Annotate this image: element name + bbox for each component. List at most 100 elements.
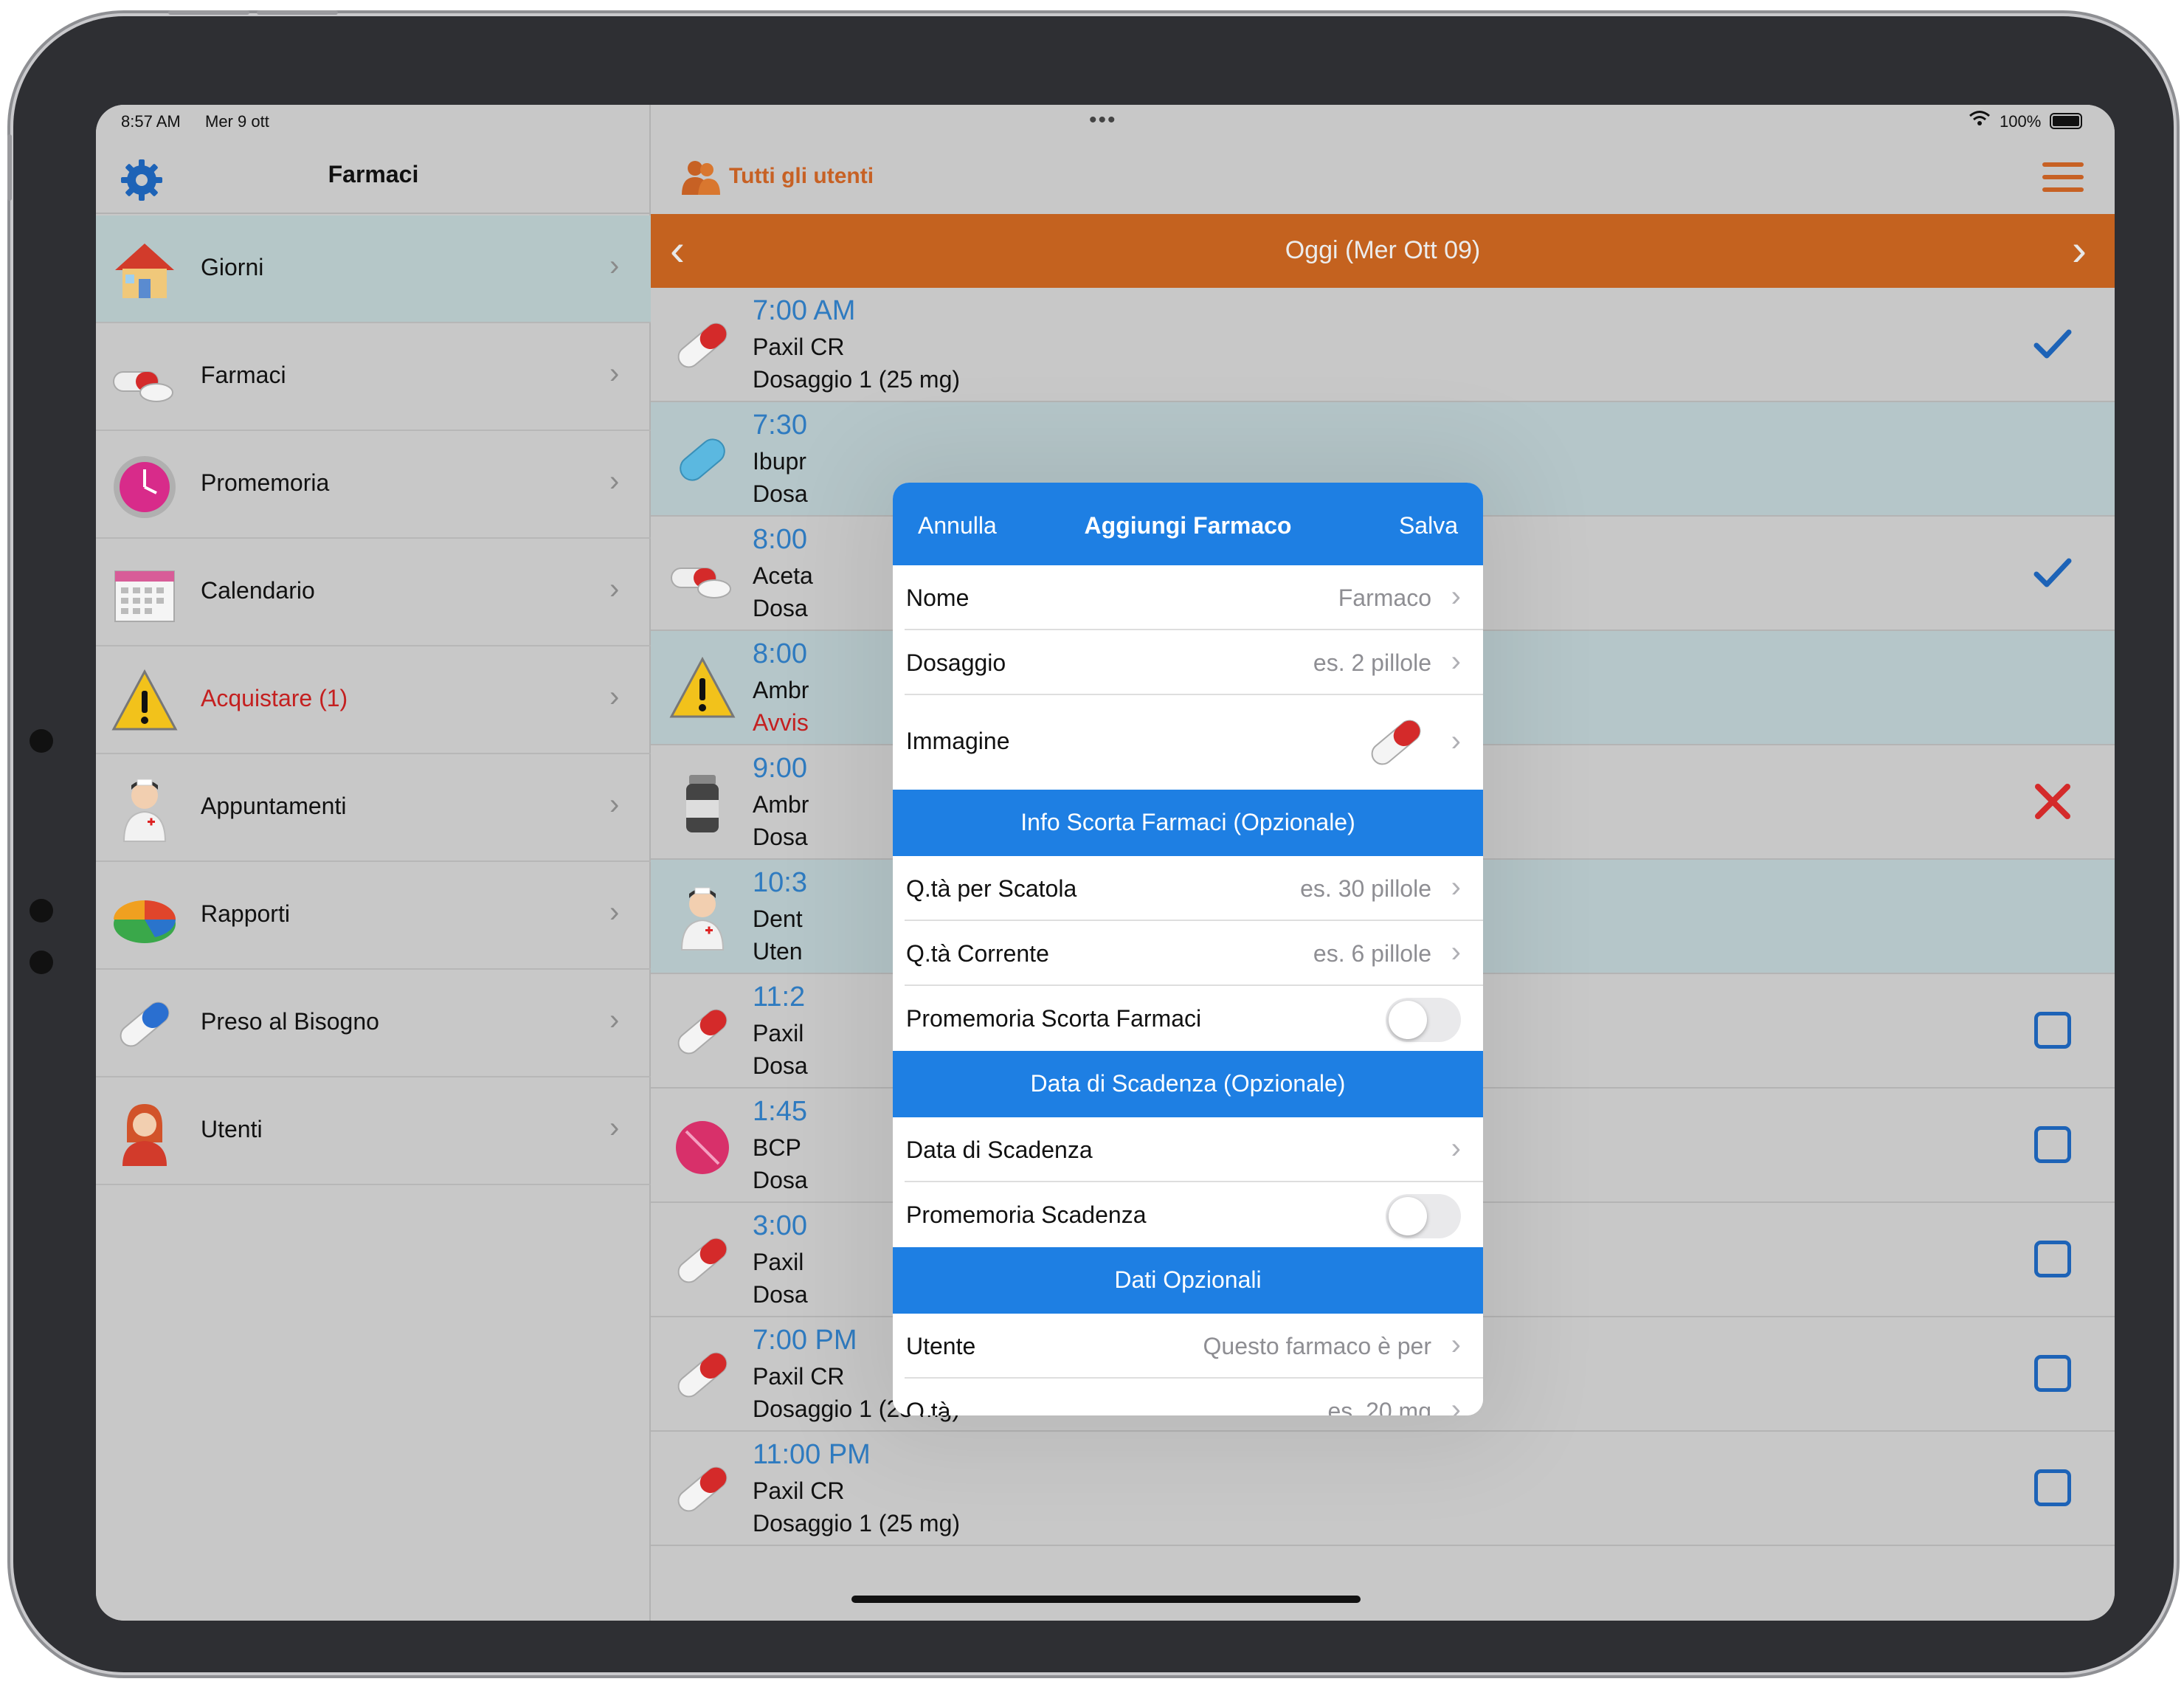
user-icon bbox=[122, 1104, 167, 1166]
sidebar-item-giorni[interactable]: Giorni › bbox=[96, 215, 651, 323]
med-name: Paxil bbox=[753, 1020, 804, 1046]
chevron-right-icon: › bbox=[609, 357, 620, 390]
checkbox[interactable] bbox=[2032, 1010, 2073, 1051]
row-label: Q.tà Corrente bbox=[906, 940, 1049, 967]
qty-per-box-row[interactable]: Q.tà per Scatola es. 30 pillole › bbox=[893, 856, 1483, 921]
qty-row[interactable]: Q.tà es. 20 mg › bbox=[893, 1379, 1483, 1415]
sidebar-item-utenti[interactable]: Utenti › bbox=[96, 1077, 651, 1185]
capsule-icon bbox=[1371, 720, 1421, 765]
dosage-row[interactable]: Dosaggio es. 2 pillole › bbox=[893, 630, 1483, 695]
battery-percentage: 100% bbox=[2000, 112, 2042, 131]
med-time: 7:00 AM bbox=[753, 295, 856, 326]
sidebar-item-preso-al-bisogno[interactable]: Preso al Bisogno › bbox=[96, 970, 651, 1077]
detail-header: Tutti gli utenti bbox=[651, 140, 2115, 214]
med-name: Paxil CR bbox=[753, 334, 845, 360]
med-time: 11:00 PM bbox=[753, 1439, 871, 1470]
row-label: Immagine bbox=[906, 728, 1010, 754]
all-users-button[interactable]: Tutti gli utenti bbox=[729, 164, 874, 189]
warning-icon bbox=[111, 669, 178, 731]
section-header-expiry: Data di Scadenza (Opzionale) bbox=[893, 1051, 1483, 1117]
nurse-icon bbox=[122, 779, 167, 842]
sidebar-item-promemoria[interactable]: Promemoria › bbox=[96, 431, 651, 539]
row-label: Nome bbox=[906, 584, 970, 611]
capsule-icon bbox=[120, 1001, 170, 1047]
sidebar-item-appuntamenti[interactable]: Appuntamenti › bbox=[96, 754, 651, 862]
chevron-right-icon: › bbox=[1451, 580, 1461, 613]
row-label: Q.tà per Scatola bbox=[906, 875, 1077, 902]
sidebar-item-label: Promemoria bbox=[201, 469, 330, 496]
checkbox[interactable] bbox=[2032, 1353, 2073, 1394]
expiry-reminder-toggle[interactable] bbox=[1386, 1194, 1461, 1238]
sidebar-item-rapporti[interactable]: Rapporti › bbox=[96, 862, 651, 970]
capsule-icon bbox=[677, 1238, 728, 1283]
image-row[interactable]: Immagine › bbox=[893, 695, 1483, 790]
multitask-dots-icon[interactable]: ••• bbox=[1089, 108, 1117, 133]
name-row[interactable]: Nome Farmaco › bbox=[893, 565, 1483, 630]
pills-icon bbox=[671, 568, 731, 599]
expiry-date-row[interactable]: Data di Scadenza › bbox=[893, 1117, 1483, 1182]
chevron-right-icon[interactable]: › bbox=[2072, 224, 2087, 275]
chevron-right-icon: › bbox=[609, 1111, 620, 1144]
chevron-right-icon: › bbox=[1451, 871, 1461, 903]
users-icon[interactable] bbox=[680, 156, 722, 198]
expiry-reminder-row: Promemoria Scadenza bbox=[893, 1182, 1483, 1247]
med-dose: Uten bbox=[753, 938, 803, 965]
checkmark-icon[interactable] bbox=[2032, 323, 2073, 365]
sidebar-item-label: Preso al Bisogno bbox=[201, 1008, 379, 1035]
med-name: BCP bbox=[753, 1134, 801, 1161]
med-dose: Dosa bbox=[753, 595, 808, 621]
status-bar: 8:57 AM Mer 9 ott ••• 100% bbox=[96, 105, 2115, 140]
modal-title: Aggiungi Farmaco bbox=[1084, 512, 1292, 539]
sidebar-title: Farmaci bbox=[328, 161, 419, 187]
chevron-right-icon: › bbox=[1451, 725, 1461, 757]
round-pill-icon bbox=[676, 1121, 729, 1174]
row-value: es. 6 pillole bbox=[1313, 940, 1431, 967]
checkbox[interactable] bbox=[2032, 1238, 2073, 1280]
status-date: Mer 9 ott bbox=[205, 112, 269, 131]
checkbox[interactable] bbox=[2032, 1124, 2073, 1165]
sidebar-item-label: Acquistare (1) bbox=[201, 685, 348, 711]
chevron-right-icon: › bbox=[609, 896, 620, 928]
sidebar-item-farmaci[interactable]: Farmaci › bbox=[96, 323, 651, 431]
chevron-right-icon: › bbox=[1451, 1393, 1461, 1415]
chevron-right-icon: › bbox=[1451, 1132, 1461, 1165]
current-qty-row[interactable]: Q.tà Corrente es. 6 pillole › bbox=[893, 921, 1483, 986]
user-row[interactable]: Utente Questo farmaco è per › bbox=[893, 1314, 1483, 1379]
home-indicator[interactable] bbox=[851, 1596, 1361, 1603]
chevron-right-icon: › bbox=[609, 573, 620, 605]
med-row[interactable]: 11:00 PM Paxil CR Dosaggio 1 (25 mg) bbox=[651, 1432, 2115, 1546]
med-row[interactable]: 7:00 AM Paxil CR Dosaggio 1 (25 mg) bbox=[651, 288, 2115, 402]
device-frame: Farmaci Giorni › Farmaci › Promemoria › … bbox=[7, 10, 2174, 1672]
stock-reminder-toggle[interactable] bbox=[1386, 998, 1461, 1042]
pills-icon bbox=[113, 371, 173, 402]
sidebar-item-label: Farmaci bbox=[201, 362, 286, 388]
wifi-icon bbox=[1969, 111, 1990, 125]
med-name: Paxil CR bbox=[753, 1363, 845, 1390]
med-time: 9:00 bbox=[753, 753, 807, 784]
checkbox[interactable] bbox=[2032, 1467, 2073, 1508]
stock-reminder-row: Promemoria Scorta Farmaci bbox=[893, 986, 1483, 1051]
chevron-right-icon: › bbox=[609, 249, 620, 282]
house-icon bbox=[115, 244, 174, 298]
sidebar-item-acquistare[interactable]: Acquistare (1) › bbox=[96, 646, 651, 754]
checkmark-icon[interactable] bbox=[2032, 552, 2073, 593]
day-navigation-bar: ‹ Oggi (Mer Ott 09) › bbox=[651, 214, 2115, 288]
sensor-dot bbox=[30, 899, 53, 922]
chevron-right-icon: › bbox=[609, 465, 620, 497]
close-icon[interactable] bbox=[2032, 781, 2073, 822]
section-header-optional: Dati Opzionali bbox=[893, 1247, 1483, 1314]
screen: Farmaci Giorni › Farmaci › Promemoria › … bbox=[96, 105, 2115, 1621]
hamburger-menu-icon[interactable] bbox=[2042, 162, 2084, 192]
row-value: es. 20 mg bbox=[1327, 1398, 1431, 1415]
sidebar-item-calendario[interactable]: Calendario › bbox=[96, 539, 651, 646]
med-dose: Dosa bbox=[753, 1167, 808, 1193]
save-button[interactable]: Salva bbox=[1399, 512, 1458, 539]
sidebar: Farmaci Giorni › Farmaci › Promemoria › … bbox=[96, 105, 651, 1621]
battery-icon bbox=[2050, 113, 2082, 129]
status-time: 8:57 AM bbox=[121, 112, 181, 131]
sidebar-item-label: Utenti bbox=[201, 1116, 263, 1142]
row-value: es. 2 pillole bbox=[1313, 649, 1431, 676]
volume-up-button bbox=[168, 10, 249, 15]
capsule-icon bbox=[677, 1466, 728, 1512]
sidebar-item-label: Giorni bbox=[201, 254, 264, 280]
